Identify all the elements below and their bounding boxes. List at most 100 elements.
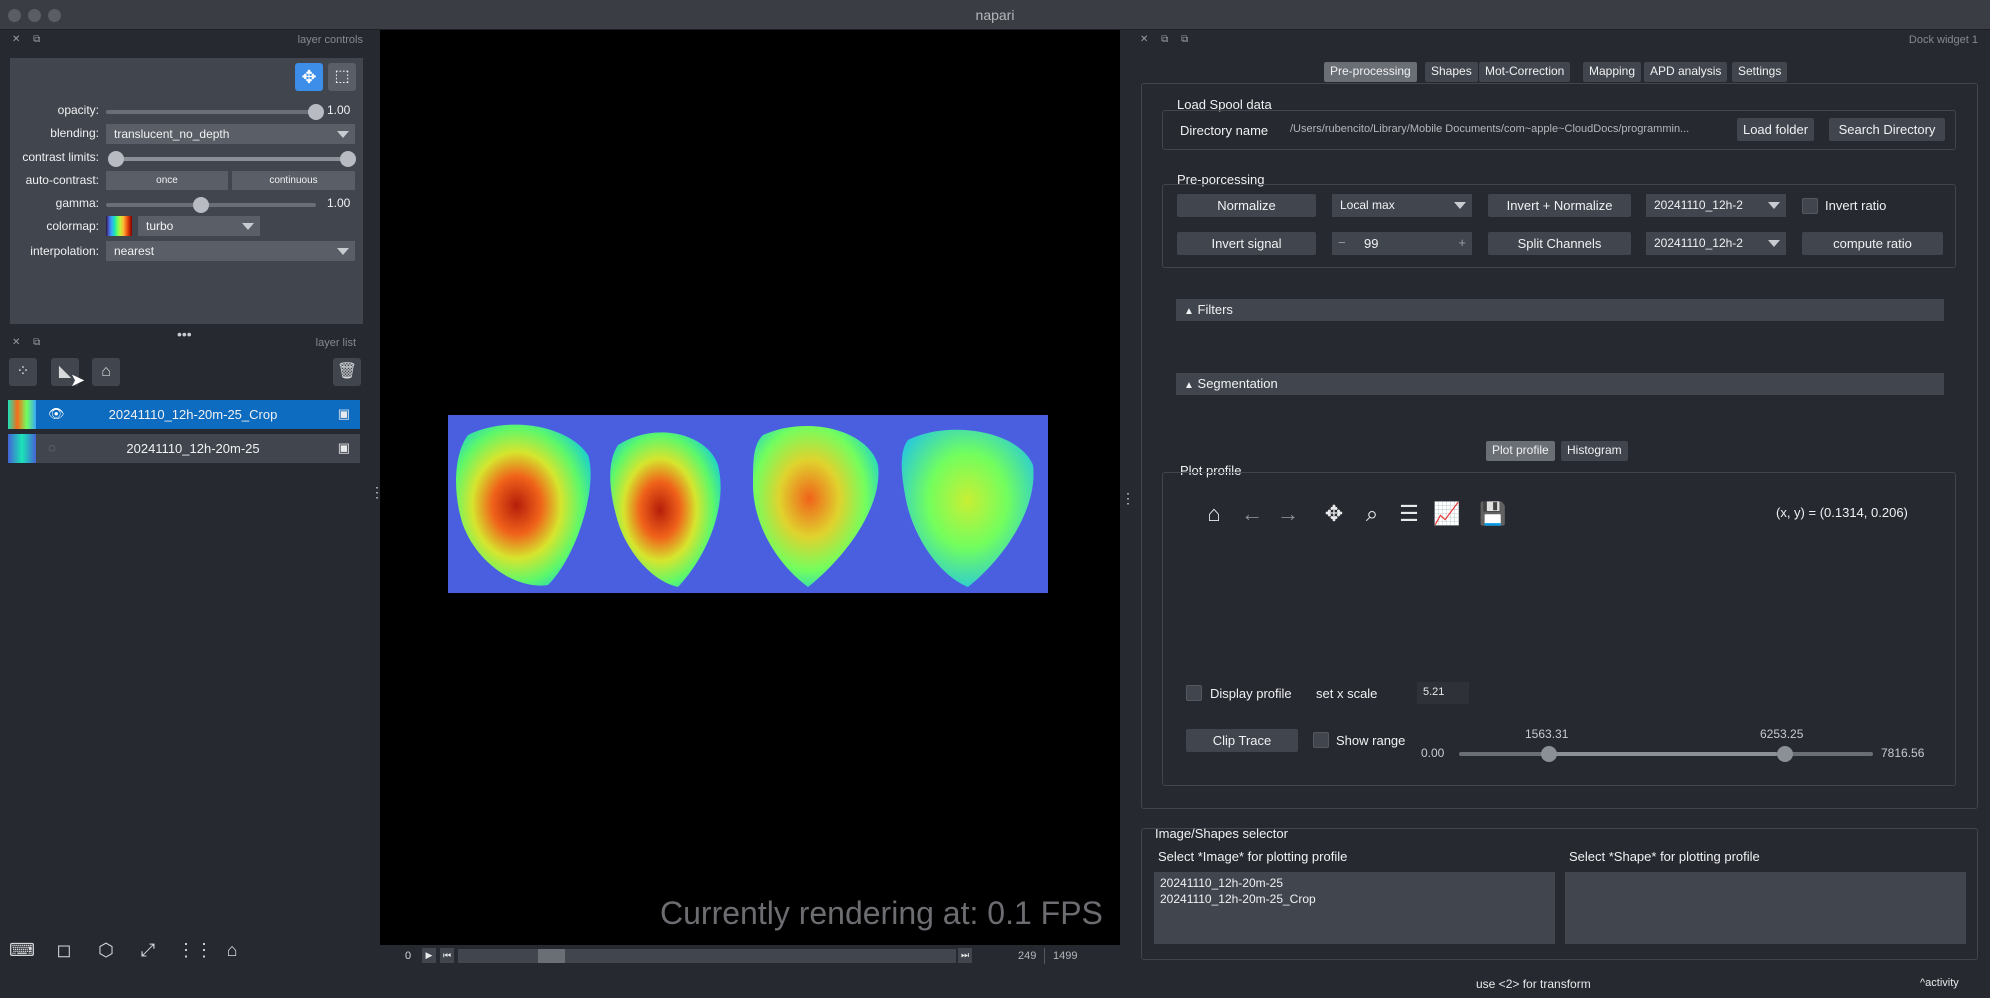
eye-icon[interactable]: 👁: [48, 406, 65, 422]
configure-subplots-icon[interactable]: ☰: [1395, 500, 1423, 528]
frame-total: 1499: [1053, 950, 1078, 962]
tab-mapping[interactable]: Mapping: [1583, 62, 1642, 82]
range-slider[interactable]: [1459, 746, 1873, 762]
minus-icon[interactable]: −: [1338, 235, 1346, 250]
autocontrast-continuous-button[interactable]: continuous: [232, 171, 355, 190]
blending-select[interactable]: translucent_no_depth: [106, 124, 355, 144]
x-scale-field[interactable]: 5.21: [1417, 682, 1469, 704]
tab-pre-processing[interactable]: Pre-processing: [1324, 62, 1417, 82]
dock-widget-controls-icon[interactable]: ✕ ⧉ ⧉: [1140, 34, 1193, 45]
zoom-icon[interactable]: ⌕: [1358, 500, 1386, 528]
new-points-layer-icon[interactable]: ⁘: [9, 358, 37, 386]
tab-mot-correction[interactable]: Mot-Correction: [1479, 62, 1571, 82]
frame-start: 0: [405, 950, 412, 962]
filters-label: Filters: [1197, 302, 1233, 317]
frame-slider-handle[interactable]: [538, 949, 565, 963]
opacity-slider-handle[interactable]: [308, 104, 324, 120]
roll-dims-icon[interactable]: ⬡: [93, 937, 119, 963]
triangle-up-icon: ▲: [1184, 380, 1194, 391]
play-icon[interactable]: ▶: [422, 948, 436, 963]
home-icon[interactable]: ⌂: [219, 937, 245, 963]
image-select-2-value: 20241110_12h-2: [1654, 236, 1743, 250]
splitter-handle[interactable]: •••: [177, 326, 192, 342]
compute-ratio-button[interactable]: compute ratio: [1802, 232, 1943, 255]
search-directory-button[interactable]: Search Directory: [1829, 118, 1945, 141]
split-channels-button[interactable]: Split Channels: [1488, 232, 1631, 255]
shape-list[interactable]: [1565, 872, 1966, 944]
display-profile-checkbox[interactable]: [1186, 685, 1202, 701]
gamma-slider-handle[interactable]: [193, 197, 209, 213]
invert-ratio-checkbox[interactable]: [1802, 198, 1818, 214]
autocontrast-once-button[interactable]: once: [106, 171, 228, 190]
normalize-button[interactable]: Normalize: [1177, 194, 1316, 217]
gamma-label: gamma:: [55, 196, 99, 210]
step-forward-icon[interactable]: ⏭: [958, 948, 972, 963]
transform-mode-icon[interactable]: ⬚: [328, 63, 356, 91]
interpolation-select[interactable]: nearest: [106, 241, 355, 261]
home-icon[interactable]: ⌂: [1200, 500, 1228, 528]
range-min: 0.00: [1421, 746, 1445, 760]
load-folder-button[interactable]: Load folder: [1737, 118, 1814, 141]
tab-plot-profile[interactable]: Plot profile: [1486, 441, 1555, 461]
pan-icon[interactable]: ✥: [1320, 500, 1348, 528]
colormap-select[interactable]: turbo: [138, 216, 260, 236]
mouse-cursor-icon: ➤: [70, 370, 86, 390]
invert-normalize-button[interactable]: Invert + Normalize: [1488, 194, 1631, 217]
directory-name-label: Directory name: [1180, 123, 1269, 138]
layer-row-crop[interactable]: 👁 20241110_12h-20m-25_Crop ▣: [8, 400, 360, 429]
segmentation-label: Segmentation: [1197, 376, 1278, 391]
show-range-checkbox[interactable]: [1313, 732, 1329, 748]
image-select-2[interactable]: 20241110_12h-2: [1646, 232, 1786, 255]
pan-zoom-mode-icon[interactable]: ✥: [295, 63, 323, 91]
image-list[interactable]: 20241110_12h-20m-25 20241110_12h-20m-25_…: [1154, 872, 1555, 944]
filters-section[interactable]: ▲ Filters: [1176, 299, 1944, 321]
console-icon[interactable]: ⌨: [9, 937, 35, 963]
forward-arrow-icon[interactable]: →: [1274, 500, 1302, 528]
contrast-limits-slider[interactable]: [108, 151, 356, 167]
local-max-value: Local max: [1340, 198, 1395, 212]
invert-signal-button[interactable]: Invert signal: [1177, 232, 1316, 255]
range-handle-high-value: 6253.25: [1760, 727, 1804, 741]
layer-list-dock-icon[interactable]: ✕ ⧉: [12, 337, 45, 348]
chevron-down-icon: [242, 223, 254, 230]
frame-slider[interactable]: [458, 949, 956, 963]
auto-contrast-label: auto-contrast:: [25, 173, 99, 187]
value-spinbox[interactable]: − 99 +: [1332, 232, 1472, 255]
plus-icon[interactable]: +: [1458, 235, 1466, 250]
dock-controls-icon[interactable]: ✕ ⧉: [12, 34, 45, 45]
edit-axis-icon[interactable]: 📈: [1433, 500, 1461, 528]
list-item[interactable]: 20241110_12h-20m-25: [1160, 875, 1549, 891]
back-arrow-icon[interactable]: ←: [1238, 500, 1266, 528]
activity-button[interactable]: ^activity: [1920, 977, 1959, 989]
transpose-dims-icon[interactable]: ⤢: [135, 937, 161, 963]
opacity-value: 1.00: [327, 103, 351, 117]
layer-list-header: layer list: [315, 337, 356, 349]
tab-apd-analysis[interactable]: APD analysis: [1644, 62, 1728, 82]
local-max-select[interactable]: Local max: [1332, 194, 1472, 217]
range-high-handle[interactable]: [1777, 746, 1793, 762]
list-item[interactable]: 20241110_12h-20m-25_Crop: [1160, 891, 1549, 907]
layer-row-original[interactable]: ◌ 20241110_12h-20m-25 ▣: [8, 434, 360, 463]
segmentation-section[interactable]: ▲ Segmentation: [1176, 373, 1944, 395]
tab-shapes[interactable]: Shapes: [1425, 62, 1478, 82]
status-hint: use <2> for transform: [1476, 977, 1591, 991]
contrast-max-handle[interactable]: [340, 151, 356, 167]
directory-path-field[interactable]: /Users/rubencito/Library/Mobile Document…: [1284, 119, 1727, 141]
tab-histogram[interactable]: Histogram: [1561, 441, 1628, 461]
delete-layer-icon[interactable]: 🗑: [333, 358, 361, 386]
gamma-slider[interactable]: [106, 197, 316, 213]
opacity-slider[interactable]: [106, 104, 324, 120]
save-figure-icon[interactable]: 💾: [1479, 500, 1507, 528]
layer-controls-panel: ✥ ⬚ opacity: 1.00 blending: translucent_…: [10, 58, 363, 324]
new-labels-layer-icon[interactable]: ⌂: [92, 358, 120, 386]
eye-hidden-icon[interactable]: ◌: [48, 440, 56, 455]
colormap-swatch[interactable]: [106, 216, 132, 236]
grid-view-icon[interactable]: ⋮⋮: [177, 937, 213, 963]
clip-trace-button[interactable]: Clip Trace: [1186, 729, 1298, 752]
tab-settings[interactable]: Settings: [1732, 62, 1788, 82]
toggle-ndisplay-icon[interactable]: ◻: [51, 937, 77, 963]
contrast-min-handle[interactable]: [108, 151, 124, 167]
range-low-handle[interactable]: [1541, 746, 1557, 762]
image-select-1[interactable]: 20241110_12h-2: [1646, 194, 1786, 217]
step-back-icon[interactable]: ⏮: [440, 948, 454, 963]
